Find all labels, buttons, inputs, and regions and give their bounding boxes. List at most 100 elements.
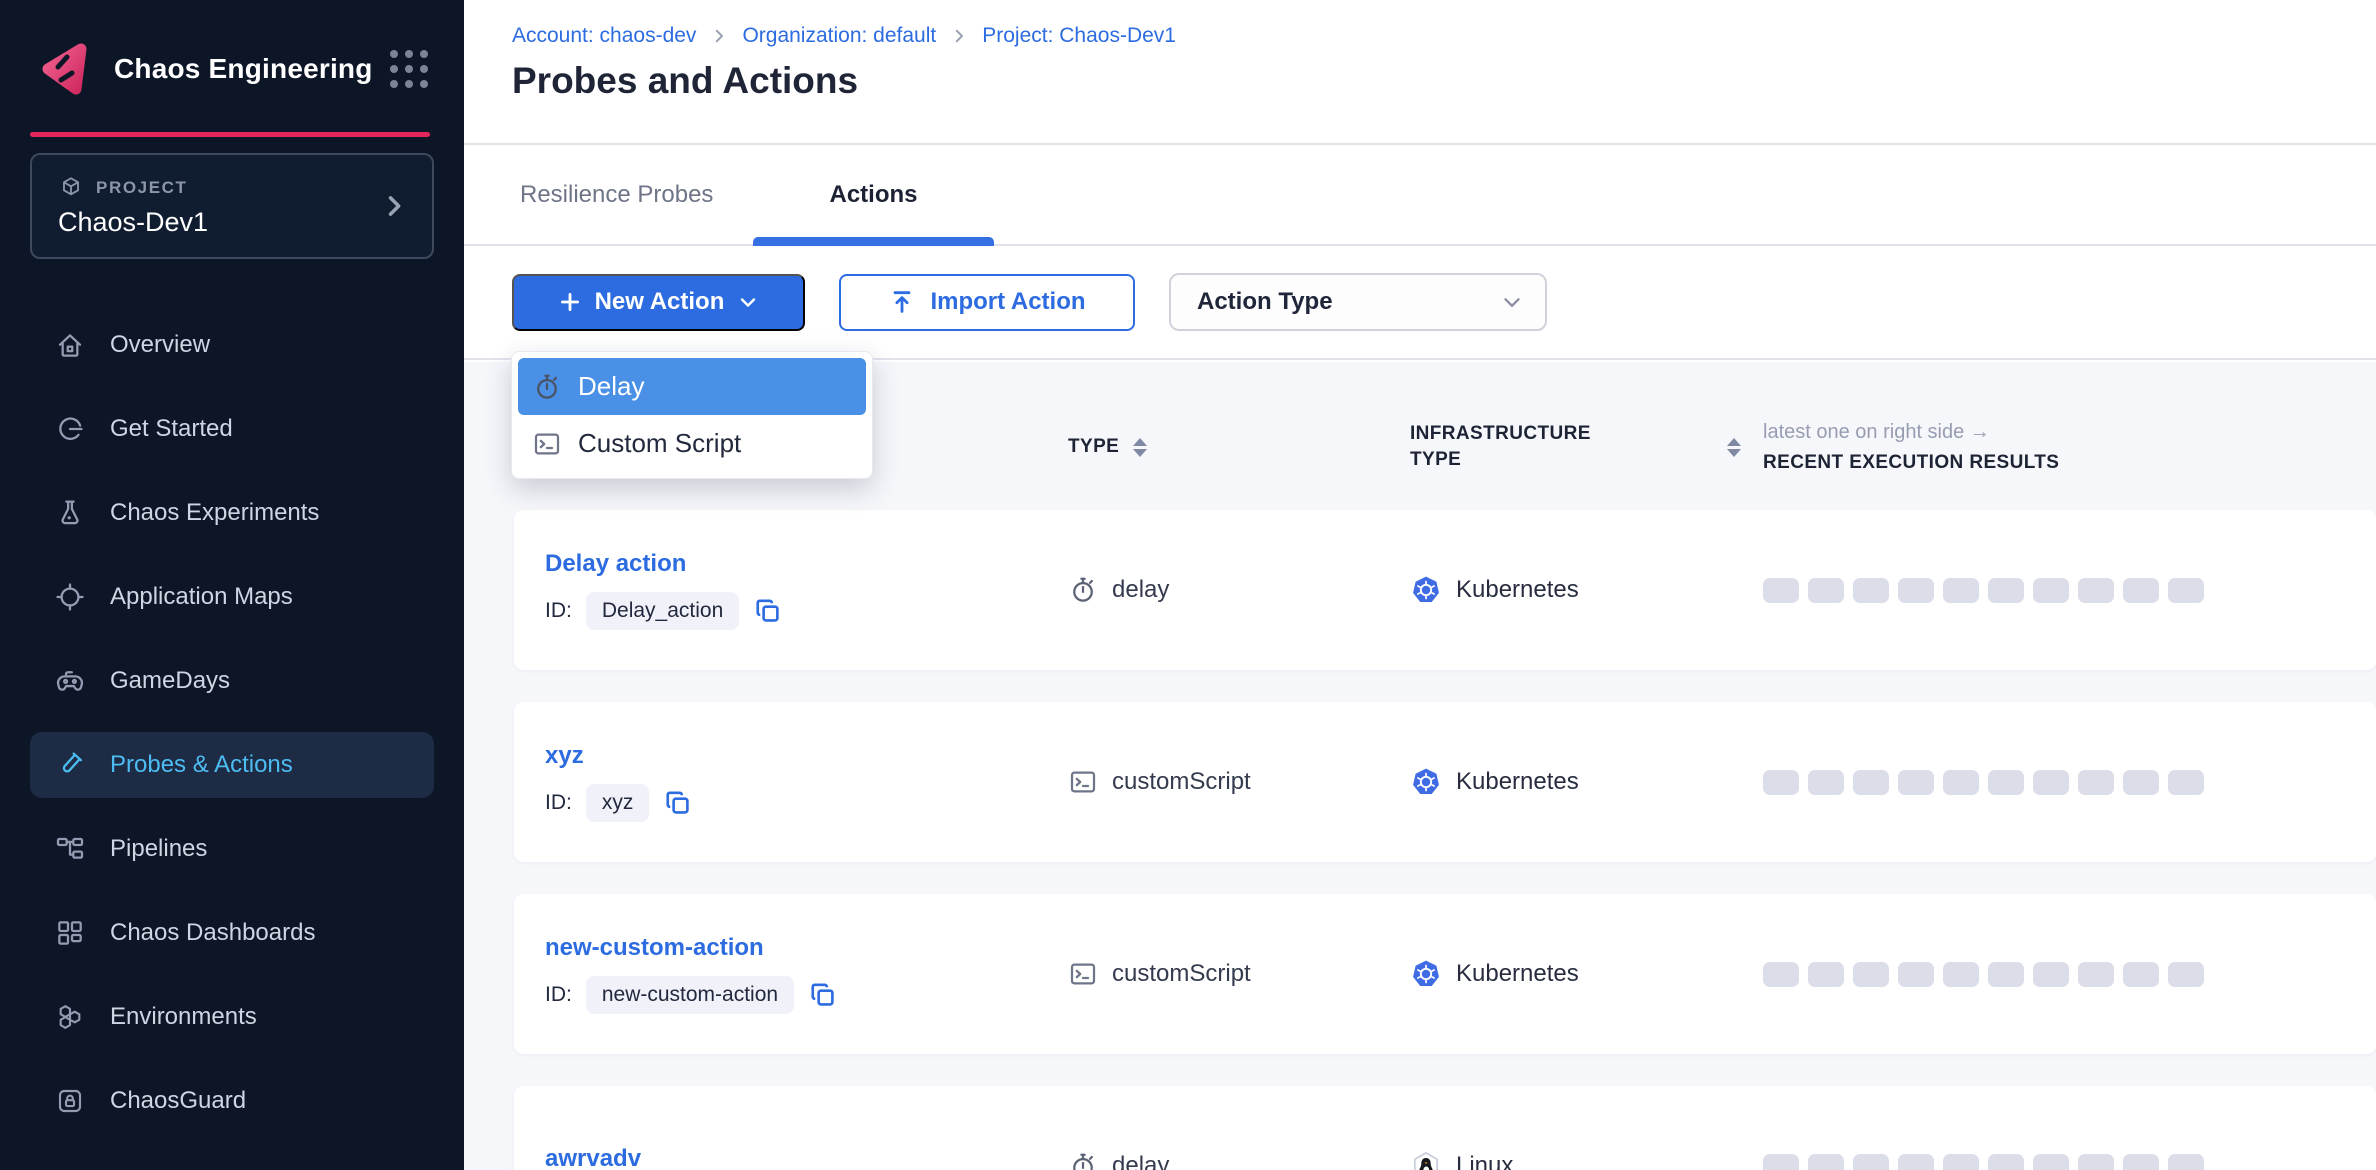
action-type-cell: delay xyxy=(1068,1151,1410,1170)
action-name-link[interactable]: Delay action xyxy=(545,550,1068,578)
id-label: ID: xyxy=(545,791,572,815)
infrastructure-cell: Kubernetes xyxy=(1410,958,1763,990)
execution-result-placeholder xyxy=(1808,770,1844,795)
copy-icon[interactable] xyxy=(753,596,783,626)
copy-icon[interactable] xyxy=(663,788,693,818)
kubernetes-icon xyxy=(1410,766,1442,798)
breadcrumb-account-link[interactable]: Account: chaos-dev xyxy=(512,24,696,48)
action-type-cell: delay xyxy=(1068,575,1410,605)
execution-result-placeholder xyxy=(2168,578,2204,603)
breadcrumb-organization-link[interactable]: Organization: default xyxy=(742,24,936,48)
app-title: Chaos Engineering xyxy=(114,53,390,85)
menu-item-delay[interactable]: Delay xyxy=(518,358,866,415)
new-action-button[interactable]: New Action xyxy=(512,274,805,331)
id-value: Delay_action xyxy=(586,592,739,630)
action-type-cell: customScript xyxy=(1068,959,1410,989)
project-label: PROJECT xyxy=(96,178,188,198)
action-name-link[interactable]: awrvadv xyxy=(545,1145,1068,1170)
sidebar-item-gamedays[interactable]: GameDays xyxy=(30,648,434,714)
execution-result-placeholder xyxy=(1988,962,2024,987)
infrastructure-value: Kubernetes xyxy=(1456,768,1579,796)
import-action-button[interactable]: Import Action xyxy=(839,274,1135,331)
sidebar-item-chaos-experiments[interactable]: Chaos Experiments xyxy=(30,480,434,546)
main-content: Account: chaos-dev Organization: default… xyxy=(464,0,2376,1170)
execution-result-placeholder xyxy=(1898,578,1934,603)
menu-item-label: Delay xyxy=(578,371,644,402)
sidebar-item-label: Chaos Dashboards xyxy=(110,919,315,947)
upload-icon xyxy=(888,288,916,316)
execution-result-placeholder xyxy=(1988,1154,2024,1170)
tab-actions[interactable]: Actions xyxy=(753,145,994,244)
sidebar-item-label: Pipelines xyxy=(110,835,207,863)
sidebar-item-get-started[interactable]: Get Started xyxy=(30,396,434,462)
import-action-label: Import Action xyxy=(930,288,1085,316)
terminal-icon xyxy=(1068,767,1098,797)
dashboard-icon xyxy=(54,917,86,949)
actions-table: TYPE INFRASTRUCTURE TYPE latest one on r… xyxy=(464,362,2376,1170)
sidebar-item-environments[interactable]: Environments xyxy=(30,984,434,1050)
sidebar-nav: Overview Get Started xyxy=(0,303,464,1143)
execution-result-placeholder xyxy=(2168,1154,2204,1170)
sidebar-item-pipelines[interactable]: Pipelines xyxy=(30,816,434,882)
crosshair-icon xyxy=(54,581,86,613)
action-type-value: customScript xyxy=(1112,768,1251,796)
kubernetes-icon xyxy=(1410,958,1442,990)
linux-icon xyxy=(1410,1150,1442,1170)
execution-result-placeholder xyxy=(1763,962,1799,987)
project-selector[interactable]: PROJECT Chaos-Dev1 xyxy=(30,153,434,259)
flask-icon xyxy=(54,497,86,529)
sidebar-item-label: Get Started xyxy=(110,415,233,443)
lock-icon xyxy=(54,1085,86,1117)
sidebar-item-chaos-dashboards[interactable]: Chaos Dashboards xyxy=(30,900,434,966)
action-id-row: ID: new-custom-action xyxy=(545,976,1068,1014)
stopwatch-icon xyxy=(1068,1151,1098,1170)
action-type-select[interactable]: Action Type xyxy=(1169,273,1547,331)
sidebar-item-probes-and-actions[interactable]: Probes & Actions xyxy=(30,732,434,798)
results-column-label: RECENT EXECUTION RESULTS xyxy=(1763,452,2059,474)
execution-result-placeholder xyxy=(2123,770,2159,795)
type-column-header[interactable]: TYPE xyxy=(1068,436,1410,458)
test-tube-icon xyxy=(54,749,86,781)
action-type-value: customScript xyxy=(1112,960,1251,988)
action-name-link[interactable]: xyz xyxy=(545,742,1068,770)
results-note: latest one on right side → xyxy=(1763,421,1990,444)
infrastructure-cell: Kubernetes xyxy=(1410,574,1763,606)
execution-result-placeholder xyxy=(1853,578,1889,603)
chevron-right-icon xyxy=(710,27,728,45)
execution-result-placeholder xyxy=(1988,578,2024,603)
project-name: Chaos-Dev1 xyxy=(58,207,380,238)
execution-result-placeholder xyxy=(2078,1154,2114,1170)
copy-icon[interactable] xyxy=(808,980,838,1010)
menu-item-custom-script[interactable]: Custom Script xyxy=(518,415,866,472)
infrastructure-value: Kubernetes xyxy=(1456,960,1579,988)
execution-result-placeholder xyxy=(1808,578,1844,603)
breadcrumb-project-link[interactable]: Project: Chaos-Dev1 xyxy=(982,24,1176,48)
execution-result-placeholder xyxy=(2033,578,2069,603)
app-window: Chaos Engineering PROJECT Chaos-Dev1 xyxy=(0,0,2376,1170)
execution-result-placeholder xyxy=(1853,1154,1889,1170)
sort-icon[interactable] xyxy=(1727,438,1741,457)
action-name-link[interactable]: new-custom-action xyxy=(545,934,1068,962)
tab-actions-label: Actions xyxy=(829,181,917,209)
harness-chaos-logo-icon xyxy=(36,42,92,96)
execution-result-placeholder xyxy=(1898,770,1934,795)
chevron-right-icon xyxy=(950,27,968,45)
sidebar-item-overview[interactable]: Overview xyxy=(30,312,434,378)
infrastructure-column-header[interactable]: INFRASTRUCTURE TYPE xyxy=(1410,421,1763,472)
app-switcher-grid-icon[interactable] xyxy=(390,50,428,88)
table-row: xyz ID: xyz xyxy=(514,702,2376,862)
plus-icon xyxy=(557,289,583,315)
execution-result-placeholder xyxy=(2078,770,2114,795)
sort-icon[interactable] xyxy=(1133,438,1147,457)
execution-result-placeholder xyxy=(1853,770,1889,795)
home-icon xyxy=(54,329,86,361)
sidebar-item-label: Probes & Actions xyxy=(110,751,293,779)
action-type-cell: customScript xyxy=(1068,767,1410,797)
sidebar-item-chaosguard[interactable]: ChaosGuard xyxy=(30,1068,434,1134)
infrastructure-cell: Kubernetes xyxy=(1410,766,1763,798)
execution-result-placeholder xyxy=(1898,962,1934,987)
sidebar-item-application-maps[interactable]: Application Maps xyxy=(30,564,434,630)
execution-result-placeholder xyxy=(2168,770,2204,795)
tab-resilience-probes[interactable]: Resilience Probes xyxy=(520,181,713,209)
gamepad-icon xyxy=(54,665,86,697)
